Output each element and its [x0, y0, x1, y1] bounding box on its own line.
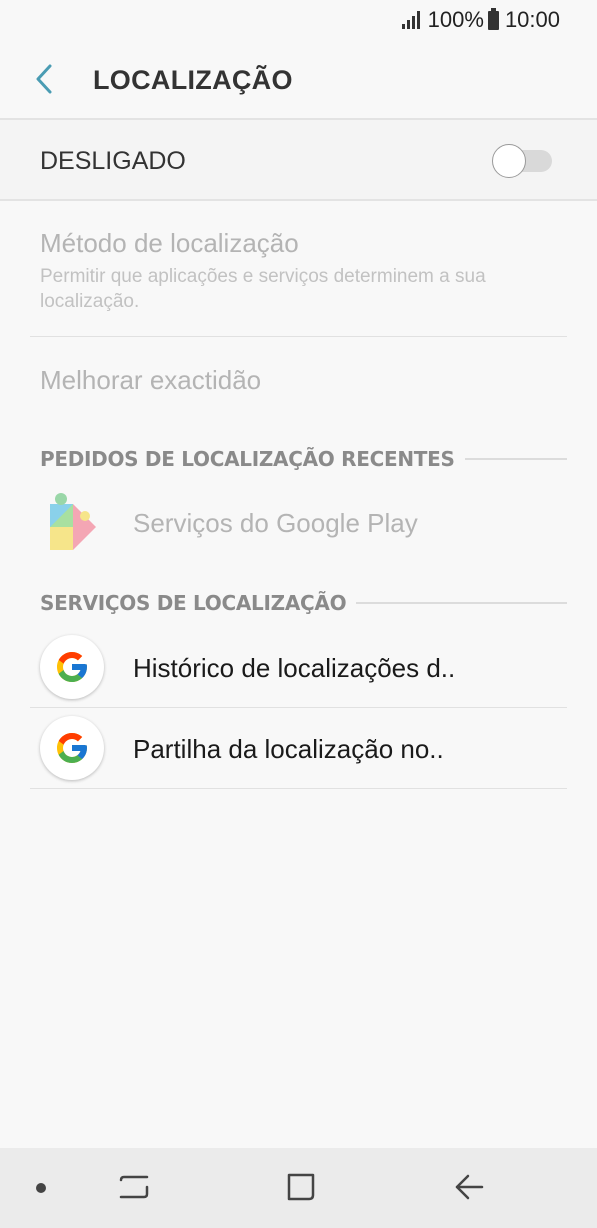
- location-sharing-label: Partilha da localização no..: [133, 734, 444, 764]
- list-divider: [30, 788, 567, 789]
- page-title: LOCALIZAÇÃO: [93, 65, 293, 95]
- location-service-item[interactable]: Histórico de localizações d..: [0, 627, 597, 707]
- section-header-label: PEDIDOS DE LOCALIZAÇÃO RECENTES: [40, 447, 455, 471]
- locating-method-subtitle: Permitir que aplicações e serviços deter…: [40, 266, 486, 312]
- switch-label: DESLIGADO: [40, 147, 186, 175]
- section-line: [356, 602, 567, 604]
- location-master-switch-row[interactable]: DESLIGADO: [0, 120, 597, 200]
- recent-request-item[interactable]: Serviços do Google Play: [0, 480, 597, 570]
- app-header: LOCALIZAÇÃO: [0, 40, 597, 118]
- improve-accuracy-title: Melhorar exactidão: [40, 365, 262, 395]
- recent-request-label: Serviços do Google Play: [133, 508, 418, 538]
- section-line: [464, 458, 567, 460]
- section-header-label: SERVIÇOS DE LOCALIZAÇÃO: [40, 591, 347, 615]
- dot-icon[interactable]: [36, 1183, 46, 1193]
- location-services-header: SERVIÇOS DE LOCALIZAÇÃO: [40, 591, 567, 615]
- google-icon: [40, 716, 104, 780]
- recents-icon[interactable]: [118, 1170, 150, 1209]
- locating-method-item[interactable]: Método de localização Permitir que aplic…: [0, 200, 597, 336]
- signal-icon: [401, 11, 422, 29]
- locating-method-title: Método de localização: [40, 228, 299, 258]
- google-play-services-icon: [40, 490, 106, 556]
- location-settings-screen: 100% 10:00 LOCALIZAÇÃO DESLIGADO Método …: [0, 0, 597, 1228]
- battery-percent: 100%: [427, 7, 484, 32]
- toggle-thumb: [492, 144, 526, 178]
- battery-icon: [487, 7, 499, 30]
- location-history-label: Histórico de localizações d..: [133, 653, 456, 683]
- location-service-item[interactable]: Partilha da localização no..: [0, 708, 597, 788]
- navigation-bar: [0, 1148, 597, 1228]
- location-toggle[interactable]: [492, 144, 552, 178]
- status-right: 100% 10:00: [401, 7, 560, 33]
- google-icon: [40, 635, 104, 699]
- improve-accuracy-item[interactable]: Melhorar exactidão: [0, 337, 597, 421]
- home-icon[interactable]: [285, 1170, 317, 1209]
- status-bar: 100% 10:00: [0, 0, 597, 40]
- recent-requests-header: PEDIDOS DE LOCALIZAÇÃO RECENTES: [40, 447, 567, 471]
- back-arrow-icon[interactable]: [452, 1170, 486, 1209]
- chevron-left-icon[interactable]: [32, 62, 60, 96]
- clock: 10:00: [504, 7, 560, 32]
